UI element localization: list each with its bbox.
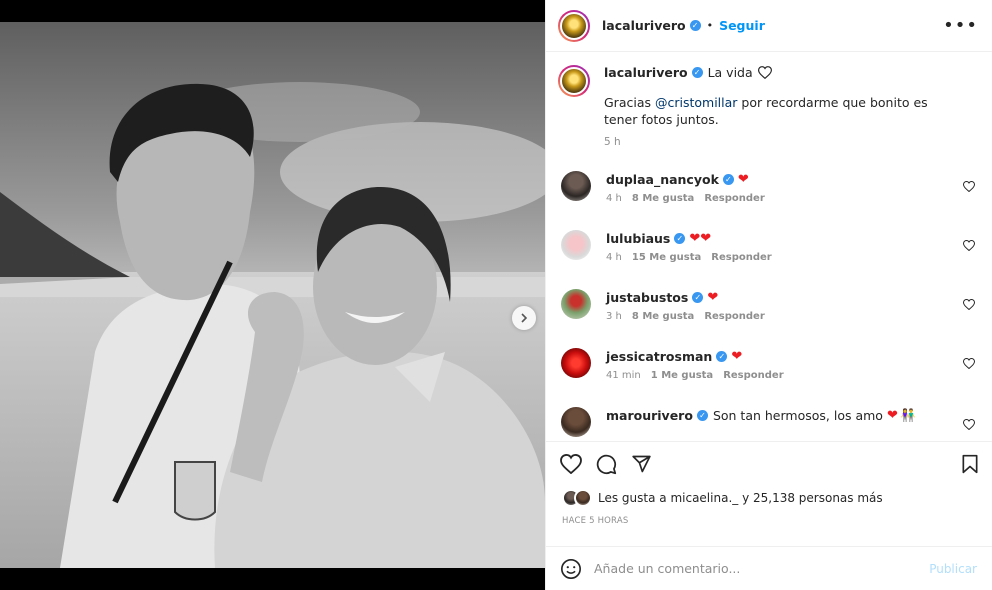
post-modal: lacalurivero ✓ • Seguir ••• lacalurivero… — [0, 0, 992, 590]
reply-button[interactable]: Responder — [704, 193, 764, 204]
couple-emoji: 👫 — [900, 408, 916, 422]
comment-bubble-icon — [596, 454, 617, 474]
comment-time[interactable]: 3 h — [606, 311, 622, 322]
comment-item: jessicatrosman ✓ ❤ 41 min 1 Me gusta Res… — [558, 348, 983, 393]
mention-link[interactable]: @cristomillar — [655, 95, 737, 110]
paper-plane-icon — [632, 455, 651, 473]
comment-text: Son tan hermosos, los amo — [712, 407, 883, 423]
verified-badge-icon: ✓ — [692, 291, 704, 303]
verified-badge-icon: ✓ — [722, 173, 734, 185]
chevron-right-icon — [521, 313, 528, 323]
likes-prefix: Les gusta a — [598, 491, 671, 505]
post-header: lacalurivero ✓ • Seguir ••• — [546, 0, 992, 52]
commenter-avatar[interactable] — [561, 348, 591, 378]
like-comment-heart-icon[interactable] — [963, 240, 975, 251]
comments-section[interactable]: lacalurivero ✓ La vida Gracias @cristomi… — [546, 53, 992, 441]
share-button[interactable] — [631, 454, 652, 474]
comment-time[interactable]: 4 h — [606, 252, 622, 263]
red-heart-emoji: ❤ — [707, 289, 719, 305]
post-media[interactable] — [0, 22, 545, 568]
reply-button[interactable]: Responder — [711, 252, 771, 263]
heart-icon — [560, 454, 582, 474]
likes-summary: Les gusta a micaelina._ y 25,138 persona… — [546, 486, 992, 510]
commenter-username[interactable]: duplaa_nancyok — [606, 172, 719, 187]
more-options-icon[interactable]: ••• — [943, 16, 978, 34]
liker-username[interactable]: micaelina._ — [670, 491, 738, 505]
comment-item: marourivero ✓ Son tan hermosos, los amo … — [558, 407, 983, 441]
verified-badge-icon: ✓ — [689, 20, 701, 31]
author-username[interactable]: lacalurivero — [602, 18, 686, 33]
commenter-username[interactable]: marourivero — [606, 408, 693, 423]
verified-badge-icon: ✓ — [691, 67, 703, 78]
comment-time[interactable]: 4 h — [606, 193, 622, 204]
commenter-username[interactable]: jessicatrosman — [606, 349, 712, 364]
comment-likes[interactable]: 8 Me gusta — [632, 311, 694, 322]
liker-avatar[interactable] — [574, 489, 592, 507]
post-caption: lacalurivero ✓ La vida Gracias @cristomi… — [546, 53, 992, 148]
save-button[interactable] — [961, 454, 979, 474]
commenter-avatar[interactable] — [561, 407, 591, 437]
red-heart-emoji: ❤❤ — [689, 230, 712, 246]
like-comment-heart-icon[interactable] — [963, 419, 975, 430]
comment-item: lulubiaus ✓ ❤❤ 4 h 15 Me gusta Responder — [558, 230, 983, 275]
likes-count[interactable]: y 25,138 personas más — [738, 491, 883, 505]
like-comment-heart-icon[interactable] — [963, 181, 975, 192]
comment-item: duplaa_nancyok ✓ ❤ 4 h 8 Me gusta Respon… — [558, 171, 983, 216]
emoji-button[interactable] — [560, 558, 582, 580]
red-heart-emoji: ❤ — [731, 348, 743, 364]
caption-username[interactable]: lacalurivero — [604, 65, 688, 80]
caption-time: 5 h — [604, 136, 621, 148]
post-actions: Les gusta a micaelina._ y 25,138 persona… — [546, 441, 992, 546]
post-photo — [0, 22, 545, 568]
like-comment-heart-icon[interactable] — [963, 299, 975, 310]
verified-badge-icon: ✓ — [716, 350, 728, 362]
red-heart-emoji: ❤ — [886, 407, 898, 423]
smiley-icon — [561, 558, 581, 579]
red-heart-emoji: ❤ — [737, 171, 749, 187]
like-button[interactable] — [560, 454, 582, 474]
commenter-avatar[interactable] — [561, 289, 591, 319]
comment-item: justabustos ✓ ❤ 3 h 8 Me gusta Responder — [558, 289, 983, 334]
verified-badge-icon: ✓ — [674, 232, 686, 244]
comment-button[interactable] — [596, 454, 617, 475]
commenter-avatar[interactable] — [561, 230, 591, 260]
comment-likes[interactable]: 15 Me gusta — [632, 252, 701, 263]
caption-text: Gracias @cristomillar por recordarme que… — [604, 94, 954, 128]
commenter-username[interactable]: lulubiaus — [606, 231, 670, 246]
follow-button[interactable]: Seguir — [719, 18, 765, 33]
like-comment-heart-icon[interactable] — [963, 358, 975, 369]
add-comment-bar: Publicar — [546, 546, 992, 590]
caption-avatar[interactable] — [558, 65, 590, 97]
commenter-username[interactable]: justabustos — [606, 290, 688, 305]
caption-text-part: Gracias — [604, 95, 655, 110]
carousel-next-button[interactable] — [512, 306, 536, 330]
reply-button[interactable]: Responder — [704, 311, 764, 322]
likes-text: Les gusta a micaelina._ y 25,138 persona… — [598, 491, 883, 505]
comment-likes[interactable]: 1 Me gusta — [651, 370, 713, 381]
verified-badge-icon: ✓ — [696, 409, 708, 421]
comment-time[interactable]: 41 min — [606, 370, 641, 381]
comment-likes[interactable]: 8 Me gusta — [632, 193, 694, 204]
separator-dot: • — [706, 19, 714, 32]
comment-input[interactable] — [594, 561, 914, 576]
commenter-avatar[interactable] — [561, 171, 591, 201]
author-avatar[interactable] — [558, 9, 590, 42]
publish-button[interactable]: Publicar — [929, 562, 977, 576]
caption-title: La vida — [707, 65, 753, 80]
post-time-ago[interactable]: HACE 5 HORAS — [546, 510, 992, 526]
bookmark-icon — [962, 454, 978, 474]
reply-button[interactable]: Responder — [723, 370, 783, 381]
post-panel: lacalurivero ✓ • Seguir ••• lacalurivero… — [545, 0, 992, 590]
heart-outline-icon — [757, 66, 772, 79]
